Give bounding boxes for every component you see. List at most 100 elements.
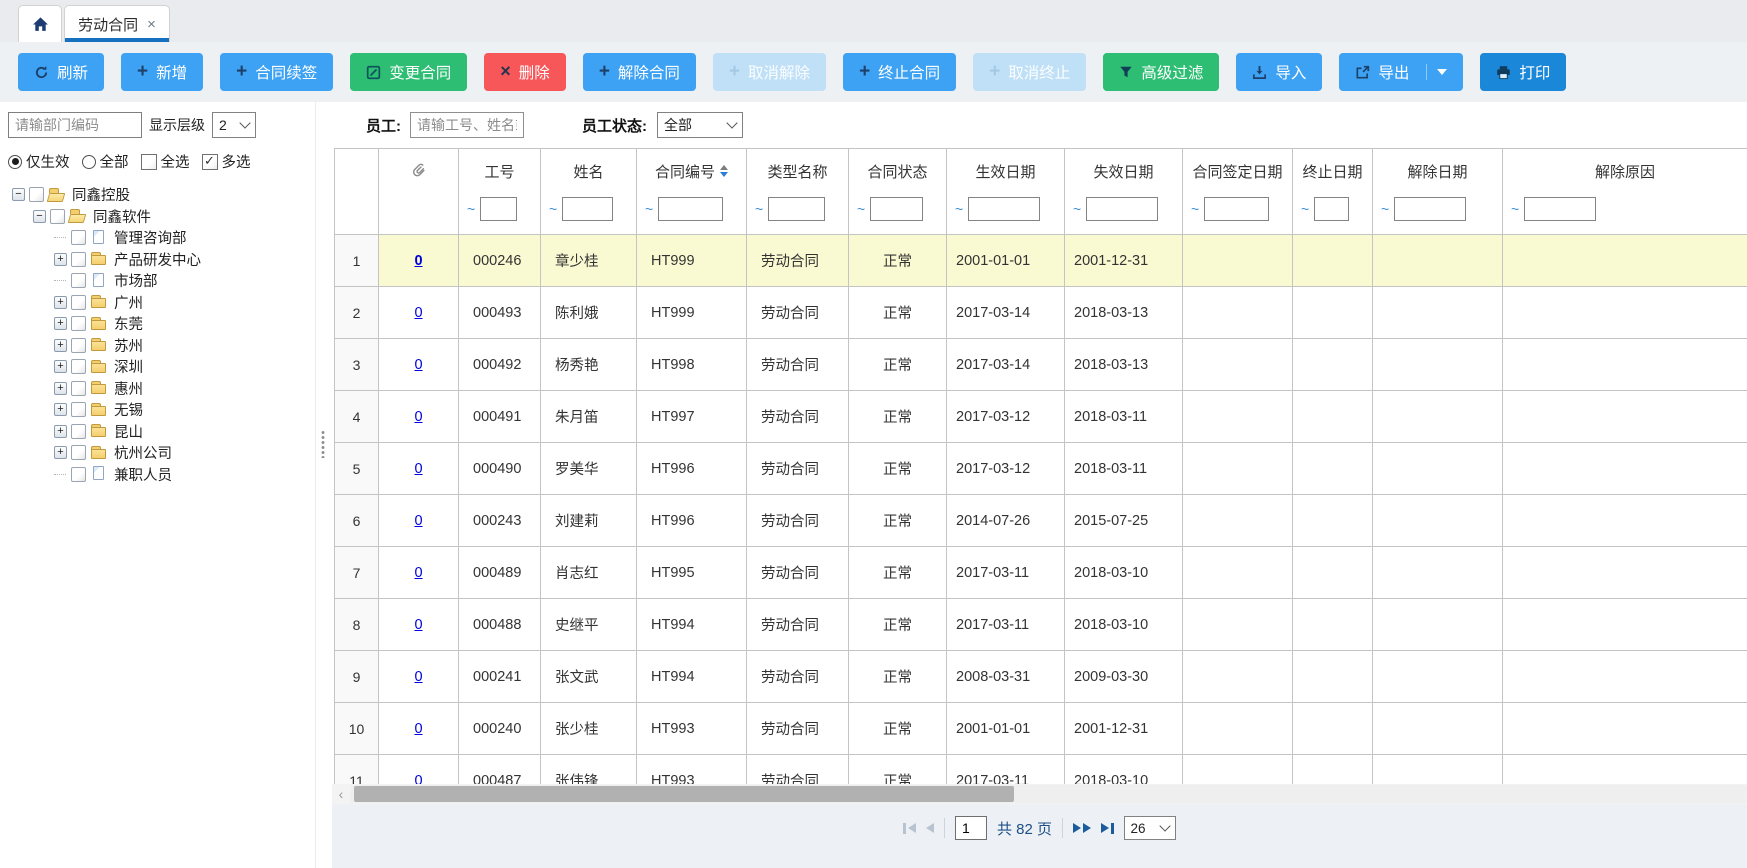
- column-filter-input[interactable]: [1314, 197, 1349, 221]
- export-dropdown[interactable]: [1426, 64, 1447, 80]
- column-header[interactable]: 工号 ~: [459, 149, 541, 235]
- select-all-checkbox[interactable]: [141, 154, 157, 170]
- add-button[interactable]: + 新增: [121, 53, 203, 91]
- tree-checkbox[interactable]: [71, 402, 86, 417]
- tree-node[interactable]: 昆山: [8, 421, 315, 443]
- tree-checkbox[interactable]: [29, 187, 44, 202]
- tree-node[interactable]: 同鑫软件: [8, 206, 315, 228]
- column-filter-input[interactable]: [1394, 197, 1466, 221]
- tree-checkbox[interactable]: [71, 359, 86, 374]
- page-size-select[interactable]: 26: [1124, 816, 1176, 840]
- page-number-input[interactable]: [955, 816, 987, 840]
- table-row[interactable]: 2 0 000493 陈利娥 HT999 劳动合同 正常 2017-03-14 …: [335, 287, 1747, 339]
- table-row[interactable]: 6 0 000243 刘建莉 HT996 劳动合同 正常 2014-07-26 …: [335, 495, 1747, 547]
- dept-code-input[interactable]: [8, 112, 142, 138]
- tree-node[interactable]: 广州: [8, 292, 315, 314]
- tree-checkbox[interactable]: [71, 381, 86, 396]
- expand-toggle-icon[interactable]: [54, 468, 67, 481]
- column-header[interactable]: 解除原因 ~: [1503, 149, 1747, 235]
- table-row[interactable]: 5 0 000490 罗美华 HT996 劳动合同 正常 2017-03-12 …: [335, 443, 1747, 495]
- tab-labor-contract[interactable]: 劳动合同 ×: [64, 5, 170, 42]
- tree-node[interactable]: 无锡: [8, 399, 315, 421]
- column-header[interactable]: 合同编号 ~: [637, 149, 747, 235]
- tree-node-label[interactable]: 惠州: [114, 378, 143, 399]
- refresh-button[interactable]: 刷新: [18, 53, 104, 91]
- only-effective-radio[interactable]: [8, 155, 22, 169]
- expand-toggle-icon[interactable]: [54, 231, 67, 244]
- tree-checkbox[interactable]: [71, 295, 86, 310]
- employee-status-select[interactable]: 全部: [657, 112, 743, 138]
- tree-node-label[interactable]: 同鑫软件: [93, 206, 151, 227]
- modify-contract-button[interactable]: 变更合同: [350, 53, 467, 91]
- column-filter-input[interactable]: [1524, 197, 1596, 221]
- table-row[interactable]: 4 0 000491 朱月笛 HT997 劳动合同 正常 2017-03-12 …: [335, 391, 1747, 443]
- column-header[interactable]: 合同签定日期 ~: [1183, 149, 1293, 235]
- expand-toggle-icon[interactable]: [54, 403, 67, 416]
- tree-checkbox[interactable]: [50, 209, 65, 224]
- column-header[interactable]: 类型名称 ~: [747, 149, 849, 235]
- tree-node[interactable]: 市场部: [8, 270, 315, 292]
- attachment-count-link[interactable]: 0: [414, 513, 422, 529]
- attachment-count-link[interactable]: 0: [414, 617, 422, 633]
- release-contract-button[interactable]: + 解除合同: [583, 53, 696, 91]
- table-row[interactable]: 7 0 000489 肖志红 HT995 劳动合同 正常 2017-03-11 …: [335, 547, 1747, 599]
- tree-node[interactable]: 惠州: [8, 378, 315, 400]
- multi-select-checkbox[interactable]: [202, 154, 218, 170]
- column-filter-input[interactable]: [1204, 197, 1269, 221]
- tree-node[interactable]: 杭州公司: [8, 442, 315, 464]
- tree-node-label[interactable]: 无锡: [114, 399, 143, 420]
- attachment-count-link[interactable]: 0: [414, 357, 422, 373]
- expand-toggle-icon[interactable]: [54, 339, 67, 352]
- tree-node-label[interactable]: 苏州: [114, 335, 143, 356]
- attachment-count-link[interactable]: 0: [414, 721, 422, 737]
- expand-toggle-icon[interactable]: [54, 360, 67, 373]
- sort-icon[interactable]: [720, 165, 728, 177]
- column-filter-input[interactable]: [870, 197, 923, 221]
- attachment-count-link[interactable]: 0: [414, 773, 422, 785]
- tree-checkbox[interactable]: [71, 467, 86, 482]
- scrollbar-track[interactable]: [350, 785, 1747, 803]
- column-filter-input[interactable]: [768, 197, 825, 221]
- advanced-filter-button[interactable]: 高级过滤: [1103, 53, 1219, 91]
- column-filter-input[interactable]: [562, 197, 613, 221]
- attachment-count-link[interactable]: 0: [414, 565, 422, 581]
- table-row[interactable]: 1 0 000246 章少桂 HT999 劳动合同 正常 2001-01-01 …: [335, 235, 1747, 287]
- attachment-count-link[interactable]: 0: [414, 253, 422, 269]
- tree-checkbox[interactable]: [71, 424, 86, 439]
- column-header[interactable]: 姓名 ~: [541, 149, 637, 235]
- expand-toggle-icon[interactable]: [54, 446, 67, 459]
- column-header[interactable]: 终止日期 ~: [1293, 149, 1373, 235]
- expand-toggle-icon[interactable]: [12, 188, 25, 201]
- expand-toggle-icon[interactable]: [54, 382, 67, 395]
- expand-toggle-icon[interactable]: [54, 425, 67, 438]
- table-row[interactable]: 3 0 000492 杨秀艳 HT998 劳动合同 正常 2017-03-14 …: [335, 339, 1747, 391]
- table-row[interactable]: 8 0 000488 史继平 HT994 劳动合同 正常 2017-03-11 …: [335, 599, 1747, 651]
- tree-checkbox[interactable]: [71, 338, 86, 353]
- renew-contract-button[interactable]: + 合同续签: [220, 53, 333, 91]
- column-filter-input[interactable]: [1086, 197, 1158, 221]
- last-page-button[interactable]: [1101, 823, 1114, 834]
- tab-home[interactable]: [18, 5, 62, 42]
- tree-node-label[interactable]: 兼职人员: [114, 464, 172, 485]
- scrollbar-thumb[interactable]: [354, 786, 1014, 802]
- attachment-count-link[interactable]: 0: [414, 409, 422, 425]
- tree-checkbox[interactable]: [71, 445, 86, 460]
- terminate-contract-button[interactable]: + 终止合同: [843, 53, 956, 91]
- import-button[interactable]: 导入: [1236, 53, 1322, 91]
- tree-node-label[interactable]: 广州: [114, 292, 143, 313]
- tree-node-label[interactable]: 市场部: [114, 270, 158, 291]
- expand-toggle-icon[interactable]: [54, 274, 67, 287]
- tab-close-icon[interactable]: ×: [147, 17, 156, 32]
- tree-node-label[interactable]: 昆山: [114, 421, 143, 442]
- tree-node-label[interactable]: 产品研发中心: [114, 249, 201, 270]
- expand-toggle-icon[interactable]: [54, 253, 67, 266]
- expand-toggle-icon[interactable]: [33, 210, 46, 223]
- table-row[interactable]: 9 0 000241 张文武 HT994 劳动合同 正常 2008-03-31 …: [335, 651, 1747, 703]
- next-page-button[interactable]: [1073, 823, 1091, 833]
- export-button[interactable]: 导出: [1339, 53, 1463, 91]
- all-radio[interactable]: [82, 155, 96, 169]
- delete-button[interactable]: × 删除: [484, 53, 566, 91]
- tree-checkbox[interactable]: [71, 252, 86, 267]
- tree-checkbox[interactable]: [71, 273, 86, 288]
- column-header[interactable]: 合同状态 ~: [849, 149, 947, 235]
